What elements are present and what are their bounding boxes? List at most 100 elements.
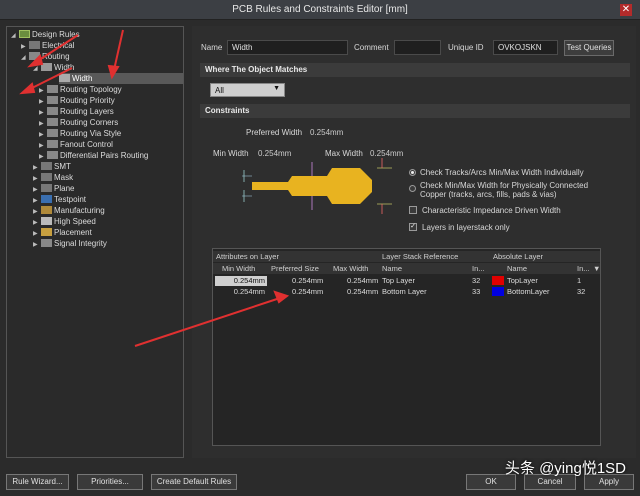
rule-editor-panel: Name Width Comment Unique ID OVKOJSKN Te… [192,26,636,458]
row2-max-width[interactable]: 0.254mm [347,287,378,296]
collapse-arrow-icon[interactable]: ◢ [33,64,41,75]
preferred-width-label: Preferred Width [246,128,303,137]
comment-label: Comment [354,43,389,52]
row1-abs-index: 1 [577,276,582,285]
tree-item-smt[interactable]: ▶ SMT [33,161,71,172]
tree-item-width[interactable]: ◢ Width [33,62,74,73]
row2-abs-index: 32 [577,287,586,296]
folder-icon [19,30,30,38]
row1-layer-color-swatch [492,276,504,285]
layer-attributes-table: Attributes on Layer Layer Stack Referenc… [212,248,601,446]
col-index[interactable]: In... [472,264,485,273]
col-abs-index[interactable]: In... [577,264,590,273]
tree-item-routing-corners[interactable]: ▶ Routing Corners [39,117,118,128]
row1-layer-name: Top Layer [382,276,415,285]
create-default-rules-button[interactable]: Create Default Rules [151,474,237,490]
row2-preferred[interactable]: 0.254mm [292,287,323,296]
name-label: Name [201,43,223,52]
impedance-driven-checkbox[interactable] [409,206,417,214]
close-icon[interactable]: ✕ [620,4,632,16]
rule-icon [47,118,58,126]
tree-item-manufacturing[interactable]: ▶ Manufacturing [33,205,105,216]
tree-item-signal-integrity[interactable]: ▶ Signal Integrity [33,238,107,249]
row2-layer-color-swatch [492,287,504,296]
collapse-arrow-icon[interactable]: ◢ [21,53,29,64]
rule-icon [41,63,52,71]
window-title: PCB Rules and Constraints Editor [mm] [232,4,408,15]
unique-id-label: Unique ID [448,43,484,52]
row2-layer-name: Bottom Layer [382,287,427,296]
tree-item-mask[interactable]: ▶ Mask [33,172,73,183]
comment-field[interactable] [394,40,441,55]
row1-min-width[interactable]: 0.254mm [215,276,267,286]
check-individually-radio[interactable] [409,169,416,176]
watermark: 头条 @ying悦1SD [504,460,626,477]
row1-layer-index: 32 [472,276,481,285]
name-field[interactable]: Width [227,40,348,55]
title-bar: PCB Rules and Constraints Editor [mm] ✕ [0,0,640,20]
rule-icon [47,96,58,104]
row2-min-width[interactable]: 0.254mm [215,287,267,297]
collapse-arrow-icon[interactable]: ◢ [11,31,19,42]
tree-item-width-rule[interactable]: Width [59,73,183,84]
constraints-section-header: Constraints [200,104,630,118]
expand-arrow-icon[interactable]: ▶ [33,240,41,251]
high-speed-icon [41,217,52,225]
tree-item-testpoint[interactable]: ▶ Testpoint [33,194,86,205]
track-width-diagram [242,158,392,214]
col-name[interactable]: Name [382,264,402,273]
row2-abs-name: BottomLayer [507,287,550,296]
layers-in-stack-label: Layers in layerstack only [422,223,510,232]
row1-preferred[interactable]: 0.254mm [292,276,323,285]
tree-item-placement[interactable]: ▶ Placement [33,227,92,238]
rules-tree: ◢ Design Rules ▶ Electrical ◢ Routing ◢ Widt… [6,26,184,458]
col-preferred-size[interactable]: Preferred Size [271,264,319,273]
rule-icon [47,85,58,93]
tree-item-routing-priority[interactable]: ▶ Routing Priority [39,95,115,106]
rule-icon [47,151,58,159]
preferred-width-value[interactable]: 0.254mm [310,128,343,137]
plane-icon [41,184,52,192]
col-min-width[interactable]: Min Width [222,264,255,273]
tree-item-routing-topology[interactable]: ▶ Routing Topology [39,84,122,95]
group-attributes-header: Attributes on Layer [216,252,279,261]
rule-icon [47,107,58,115]
smt-icon [41,162,52,170]
priorities-button[interactable]: Priorities... [77,474,143,490]
tree-item-electrical[interactable]: ▶ Electrical [21,40,74,51]
routing-icon [29,52,40,60]
scope-select[interactable]: All ▼ [210,83,285,97]
tree-item-plane[interactable]: ▶ Plane [33,183,74,194]
electrical-icon [29,41,40,49]
testpoint-icon [41,195,52,203]
tree-root-design-rules[interactable]: ◢ Design Rules [11,29,80,40]
group-absolute-header: Absolute Layer [493,252,544,261]
mask-icon [41,173,52,181]
tree-item-high-speed[interactable]: ▶ High Speed [33,216,96,227]
sort-desc-icon: ▼ [593,264,601,273]
impedance-driven-label: Characteristic Impedance Driven Width [422,206,561,215]
rule-wizard-button[interactable]: Rule Wizard... [6,474,69,490]
manufacturing-icon [41,206,52,214]
tree-item-differential-pairs-routing[interactable]: ▶ Differential Pairs Routing [39,150,148,161]
tree-item-fanout-control[interactable]: ▶ Fanout Control [39,139,113,150]
col-abs-name[interactable]: Name [507,264,527,273]
check-connected-radio[interactable] [409,185,416,192]
check-individually-label: Check Tracks/Arcs Min/Max Width Individu… [420,168,584,177]
layers-in-stack-checkbox[interactable]: ✓ [409,223,417,231]
unique-id-field[interactable]: OVKOJSKN [493,40,558,55]
row2-layer-index: 33 [472,287,481,296]
tree-item-routing-layers[interactable]: ▶ Routing Layers [39,106,114,117]
tree-item-routing[interactable]: ◢ Routing [21,51,70,62]
rule-icon [47,129,58,137]
tree-item-routing-via-style[interactable]: ▶ Routing Via Style [39,128,121,139]
test-queries-button[interactable]: Test Queries [564,40,614,56]
check-connected-label-1: Check Min/Max Width for Physically Conne… [420,181,589,190]
rule-icon [59,74,70,82]
row1-max-width[interactable]: 0.254mm [347,276,378,285]
check-connected-label-2: Copper (tracks, arcs, fills, pads & vias… [420,190,557,199]
signal-integrity-icon [41,239,52,247]
col-max-width[interactable]: Max Width [333,264,368,273]
rule-icon [47,140,58,148]
chevron-down-icon: ▼ [273,85,280,92]
